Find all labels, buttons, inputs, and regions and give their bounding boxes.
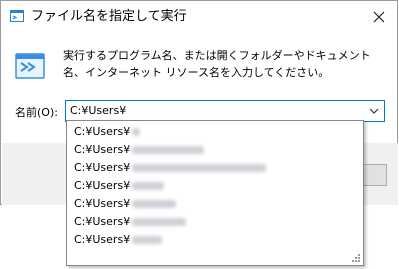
title-bar: ファイル名を指定して実行: [1, 1, 397, 32]
name-combobox[interactable]: C:¥Users¥: [65, 100, 385, 122]
name-input[interactable]: C:¥Users¥: [70, 104, 126, 118]
history-list: C:¥Users¥ C:¥Users¥ C:¥Users¥ C:¥Users¥ …: [67, 123, 363, 249]
instruction-text: 実行するプログラム名、または開くフォルダーやドキュメント名、インターネット リソ…: [63, 49, 371, 79]
redacted-text: [132, 182, 165, 190]
history-item[interactable]: C:¥Users¥: [67, 231, 363, 249]
history-item[interactable]: C:¥Users¥: [67, 195, 363, 213]
history-item-text: C:¥Users¥: [74, 197, 131, 210]
redacted-text: [132, 146, 205, 154]
redacted-text: [132, 128, 141, 136]
history-item-text: C:¥Users¥: [74, 215, 131, 228]
history-item-text: C:¥Users¥: [74, 233, 131, 246]
history-item[interactable]: C:¥Users¥: [67, 213, 363, 231]
history-item-text: C:¥Users¥: [74, 125, 131, 138]
redacted-text: [132, 164, 267, 172]
name-label: 名前(O):: [15, 106, 58, 119]
resize-grip-icon[interactable]: [351, 253, 361, 263]
redacted-text: [132, 218, 187, 226]
chevron-down-icon[interactable]: [367, 104, 381, 118]
history-item[interactable]: C:¥Users¥: [67, 123, 363, 141]
history-item[interactable]: C:¥Users¥: [67, 177, 363, 195]
history-item[interactable]: C:¥Users¥: [67, 159, 363, 177]
history-item[interactable]: C:¥Users¥: [67, 141, 363, 159]
history-item-text: C:¥Users¥: [74, 143, 131, 156]
history-item-text: C:¥Users¥: [74, 179, 131, 192]
history-item-text: C:¥Users¥: [74, 161, 131, 174]
close-button[interactable]: [361, 1, 397, 32]
redacted-text: [132, 236, 163, 244]
close-icon: [373, 11, 385, 22]
run-app-icon: [10, 10, 24, 22]
screen: ファイル名を指定して実行 実行するプログラム名、または開くフォルダーやドキュメン…: [0, 0, 399, 269]
history-dropdown: C:¥Users¥ C:¥Users¥ C:¥Users¥ C:¥Users¥ …: [66, 120, 364, 266]
redacted-text: [132, 200, 177, 208]
run-program-icon: [15, 53, 45, 79]
window-title: ファイル名を指定して実行: [31, 9, 187, 24]
